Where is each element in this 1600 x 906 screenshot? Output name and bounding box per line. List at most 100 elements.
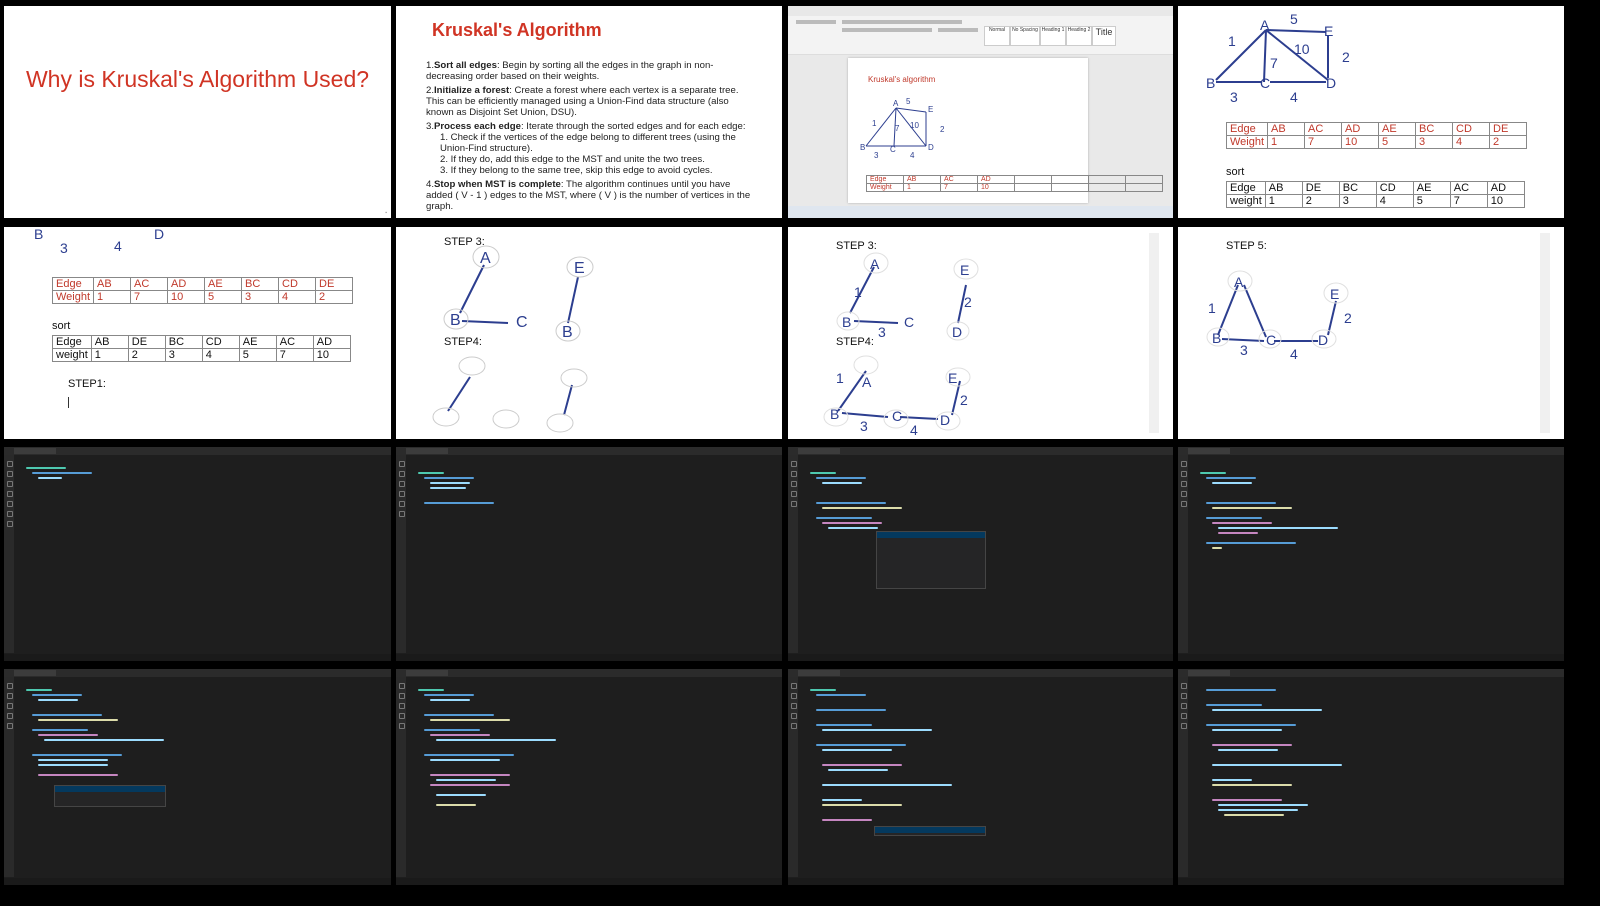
status-bar <box>4 654 391 661</box>
slide-step5[interactable]: STEP 5: A B C D E 1 3 4 2 <box>1178 227 1564 439</box>
status-bar <box>396 878 782 885</box>
slide-step3-step4-a[interactable]: STEP 3: STEP4: A B C E B <box>396 227 782 439</box>
style-heading-2[interactable]: Heading 2 <box>1066 26 1092 46</box>
substep-3: 3. If they belong to the same tree, skip… <box>440 165 713 176</box>
svg-text:2: 2 <box>1344 310 1352 326</box>
svg-text:E: E <box>960 262 969 278</box>
slide-why-kruskal[interactable]: Why is Kruskal's Algorithm Used? ▪ <box>4 6 391 218</box>
svg-text:1: 1 <box>836 370 844 386</box>
svg-text:1: 1 <box>854 284 862 300</box>
svg-text:7: 7 <box>1270 55 1278 71</box>
svg-text:A: A <box>862 374 872 390</box>
activity-bar[interactable] <box>1178 677 1188 877</box>
svg-text:C: C <box>904 314 914 330</box>
status-bar <box>396 654 782 661</box>
svg-text:E: E <box>928 105 933 114</box>
svg-text:B: B <box>860 143 865 152</box>
text-cursor <box>68 397 69 408</box>
svg-text:B: B <box>830 406 839 422</box>
svg-text:1: 1 <box>1208 300 1216 316</box>
autocomplete-popup[interactable] <box>874 826 986 836</box>
code-editor-6[interactable] <box>396 669 782 885</box>
svg-text:B: B <box>562 324 573 341</box>
code-editor-5[interactable] <box>4 669 391 885</box>
graph-drawing-partial: B 3 4 D <box>34 227 164 256</box>
editor-tab[interactable] <box>406 670 448 676</box>
windows-taskbar[interactable] <box>788 206 1173 218</box>
activity-bar[interactable] <box>396 677 406 877</box>
step-item-3: 3.Process each edge: Iterate through the… <box>426 121 756 176</box>
svg-text:3: 3 <box>1230 89 1238 105</box>
svg-text:4: 4 <box>1290 89 1298 105</box>
slide-title: Why is Kruskal's Algorithm Used? <box>25 66 370 92</box>
code-editor-1[interactable] <box>4 447 391 661</box>
edge-weight-table: Edge AB AC AD AE BC CD DE Weight 1 7 10 5 3 4 2 <box>51 277 354 304</box>
svg-text:3: 3 <box>60 240 68 256</box>
code-editor-8[interactable] <box>1178 669 1564 885</box>
slide-step3-step4-b[interactable]: STEP 3: STEP4: A B C E D 1 3 2 A 1 B C D… <box>788 227 1173 439</box>
activity-bar[interactable] <box>4 455 14 653</box>
svg-text:A: A <box>870 256 880 272</box>
editor-tab[interactable] <box>406 448 448 454</box>
editor-tab[interactable] <box>1188 448 1230 454</box>
graph-drawing: A B C D E 1 5 7 10 2 3 4 <box>1206 11 1350 105</box>
vertex-e: E <box>1324 23 1333 39</box>
svg-text:4: 4 <box>910 151 915 160</box>
editor-tab[interactable] <box>798 448 840 454</box>
word-page[interactable]: Kruskal's algorithm ABCDE 1 5 7 10 2 3 4 Edge A… <box>848 58 1163 203</box>
status-bar <box>788 878 1173 885</box>
svg-text:E: E <box>1330 286 1339 302</box>
substep-1: 1. Check if the vertices of the edge bel… <box>440 132 736 154</box>
substep-2: 2. If they do, add this edge to the MST … <box>440 154 705 165</box>
svg-text:5: 5 <box>906 97 911 106</box>
svg-text:1: 1 <box>1228 33 1236 49</box>
slide-graph-tables[interactable]: A B C D E 1 5 7 10 2 3 4 Edge AB AC AD AE BC C… <box>1178 6 1564 218</box>
style-heading-1[interactable]: Heading 1 <box>1040 26 1066 46</box>
svg-text:5: 5 <box>1290 11 1298 27</box>
svg-text:2: 2 <box>940 125 945 134</box>
editor-tab[interactable] <box>14 448 56 454</box>
activity-bar[interactable] <box>788 455 798 653</box>
svg-text:3: 3 <box>878 324 886 340</box>
autocomplete-popup[interactable] <box>876 531 986 589</box>
style-normal[interactable]: Normal <box>984 26 1010 46</box>
autocomplete-popup[interactable] <box>54 785 166 807</box>
step-item-1: 1.Sort all edges: Begin by sorting all t… <box>426 60 714 82</box>
word-titlebar <box>788 6 1173 16</box>
doc-edge-table[interactable]: Edge AB AC AD Weight 1 7 10 <box>866 175 1163 192</box>
slide-step1[interactable]: B 3 4 D Edge AB AC AD AE BC CD DE Weight 1 7 10 5 3 4… <box>4 227 391 439</box>
code-editor-4[interactable] <box>1178 447 1564 661</box>
svg-text:7: 7 <box>895 124 900 133</box>
editor-tab[interactable] <box>1188 670 1230 676</box>
svg-text:D: D <box>952 324 962 340</box>
activity-bar[interactable] <box>1178 455 1188 653</box>
svg-text:4: 4 <box>114 238 122 254</box>
svg-text:A: A <box>893 99 899 108</box>
code-editor-7[interactable] <box>788 669 1173 885</box>
step-graph-drawing: A B C E D 1 3 2 A 1 B C D E 3 4 2 <box>823 252 979 438</box>
code-editor-3[interactable] <box>788 447 1173 661</box>
style-no-spacing[interactable]: No Spacing <box>1010 26 1040 46</box>
svg-text:E: E <box>948 370 957 386</box>
svg-text:C: C <box>892 408 902 424</box>
activity-bar[interactable] <box>4 677 14 877</box>
slide-title: Kruskal's Algorithm <box>432 20 602 40</box>
activity-bar[interactable] <box>396 455 406 653</box>
svg-text:B: B <box>1212 330 1221 346</box>
svg-text:1: 1 <box>872 119 877 128</box>
editor-tab[interactable] <box>14 670 56 676</box>
svg-text:10: 10 <box>1294 41 1310 57</box>
activity-bar[interactable] <box>788 677 798 877</box>
editor-tab[interactable] <box>798 670 840 676</box>
svg-text:A: A <box>480 250 491 267</box>
style-title[interactable]: Title <box>1092 26 1116 46</box>
code-editor-2[interactable] <box>396 447 782 661</box>
sorted-edge-table: Edge AB DE BC CD AE AC AD weight 1 2 3 4 5 7 10 <box>52 335 351 362</box>
step1-label: STEP1: <box>68 378 106 390</box>
mst-graph-drawing: A B C D E 1 3 4 2 <box>1206 270 1352 362</box>
slide-kruskal-steps[interactable]: Kruskal's Algorithm 1.Sort all edges: Be… <box>396 6 782 218</box>
svg-text:3: 3 <box>1240 342 1248 358</box>
svg-text:D: D <box>1318 332 1328 348</box>
word-document-window[interactable]: Normal No Spacing Heading 1 Heading 2 Ti… <box>788 6 1173 218</box>
svg-text:C: C <box>890 145 896 154</box>
